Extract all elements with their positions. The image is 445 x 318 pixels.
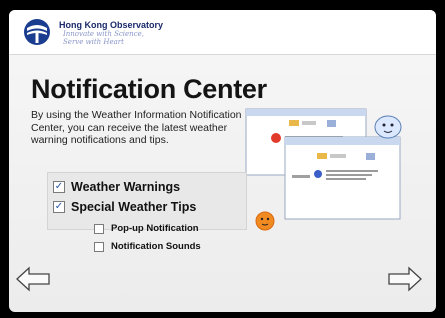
option-special-weather-tips[interactable]: ✓ Special Weather Tips xyxy=(53,200,196,214)
option-notification-sounds[interactable]: Notification Sounds xyxy=(94,241,201,252)
weather-warnings-checkbox[interactable]: ✓ xyxy=(53,181,65,193)
option-popup-notification[interactable]: Pop-up Notification xyxy=(94,223,199,234)
popup-notification-label: Pop-up Notification xyxy=(111,223,199,234)
special-weather-tips-checkbox[interactable]: ✓ xyxy=(53,201,65,213)
right-arrow-icon[interactable] xyxy=(387,266,423,292)
welcome-dialog: Hong Kong Observatory Innovate with Scie… xyxy=(9,10,436,312)
notification-sounds-checkbox[interactable] xyxy=(94,241,104,252)
popup-notification-checkbox[interactable] xyxy=(94,223,104,234)
special-weather-tips-label: Special Weather Tips xyxy=(71,200,197,214)
weather-warnings-label: Weather Warnings xyxy=(71,180,181,194)
left-arrow-icon[interactable] xyxy=(15,266,51,292)
option-weather-warnings[interactable]: ✓ Weather Warnings xyxy=(53,180,180,194)
notification-sounds-label: Notification Sounds xyxy=(111,241,201,252)
notification-illustration xyxy=(245,108,402,231)
